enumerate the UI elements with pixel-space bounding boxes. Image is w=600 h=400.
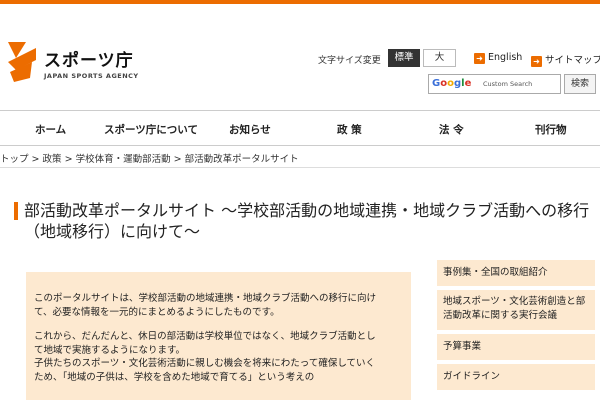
nav-item-publications[interactable]: 刊行物 xyxy=(535,122,567,137)
nav-item-law[interactable]: 法 令 xyxy=(439,122,464,137)
breadcrumb-item[interactable]: 学校体育・運動部活動 xyxy=(76,154,171,165)
english-link[interactable]: ➜ English xyxy=(474,52,522,64)
font-size-label: 文字サイズ変更 xyxy=(318,56,381,66)
sidebar-item-council[interactable]: 地域スポーツ・文化芸術創造と部活動改革に関する実行会議 xyxy=(437,290,595,330)
logo-mark-icon xyxy=(8,42,36,82)
top-accent-gap xyxy=(0,4,600,18)
english-link-label: English xyxy=(488,52,523,63)
breadcrumb-divider xyxy=(0,167,600,168)
nav-item-policy[interactable]: 政 策 xyxy=(337,122,362,137)
sidebar-item-budget[interactable]: 予算事業 xyxy=(437,334,595,360)
breadcrumb-item[interactable]: 政策 xyxy=(43,154,62,165)
font-size-large-button[interactable]: 大 xyxy=(423,49,456,67)
breadcrumb-current: 部活動改革ポータルサイト xyxy=(184,154,299,165)
sidebar-item-case-studies[interactable]: 事例集・全国の取組紹介 xyxy=(437,260,595,286)
breadcrumb-item[interactable]: トップ xyxy=(0,154,29,165)
global-nav: ホーム スポーツ庁について お知らせ 政 策 法 令 刊行物 xyxy=(0,110,600,146)
nav-item-home[interactable]: ホーム xyxy=(35,122,66,137)
sitemap-link-label: サイトマップ xyxy=(545,55,600,66)
nav-item-about[interactable]: スポーツ庁について xyxy=(104,122,198,137)
breadcrumb-separator: > xyxy=(173,154,182,165)
sidebar-item-label: ガイドライン xyxy=(443,371,501,382)
intro-paragraph: これから、だんだんと、休日の部活動は学校単位ではなく、地域クラブ活動として地域で… xyxy=(34,331,376,356)
sitemap-link[interactable]: ➜ サイトマップ xyxy=(531,52,600,67)
breadcrumb: トップ > 政策 > 学校体育・運動部活動 > 部活動改革ポータルサイト xyxy=(0,151,600,165)
page-title: 部活動改革ポータルサイト ～学校部活動の地域連携・地域クラブ活動への移行（地域移… xyxy=(24,201,590,241)
intro-paragraph: 子供たちのスポーツ・文化芸術活動に親しむ機会を将来にわたって確保していくため、「… xyxy=(34,358,376,383)
sidebar-item-label: 地域スポーツ・文化芸術創造と部活動改革に関する実行会議 xyxy=(443,296,586,321)
search-input[interactable]: Google Custom Search xyxy=(428,74,561,94)
intro-paragraph: このポータルサイトは、学校部活動の地域連携・地域クラブ活動への移行に向けて、必要… xyxy=(34,293,377,318)
org-name-en: JAPAN SPORTS AGENCY xyxy=(44,72,139,80)
sidebar-item-label: 予算事業 xyxy=(443,341,482,352)
arrow-right-icon: ➜ xyxy=(474,53,485,64)
site-logo[interactable]: スポーツ庁 JAPAN SPORTS AGENCY xyxy=(6,40,146,88)
sidebar-item-guideline[interactable]: ガイドライン xyxy=(437,364,595,390)
google-logo-icon: Google xyxy=(432,78,472,89)
sidebar-item-label: 事例集・全国の取組紹介 xyxy=(443,267,548,278)
search-button[interactable]: 検索 xyxy=(564,74,596,94)
search-placeholder: Custom Search xyxy=(483,80,533,88)
arrow-right-icon: ➜ xyxy=(531,56,542,67)
breadcrumb-separator: > xyxy=(31,154,40,165)
title-accent-bar xyxy=(14,202,18,220)
org-name: スポーツ庁 xyxy=(44,51,134,71)
breadcrumb-separator: > xyxy=(64,154,73,165)
font-size-standard-button[interactable]: 標準 xyxy=(388,49,420,67)
nav-item-news[interactable]: お知らせ xyxy=(229,122,271,137)
